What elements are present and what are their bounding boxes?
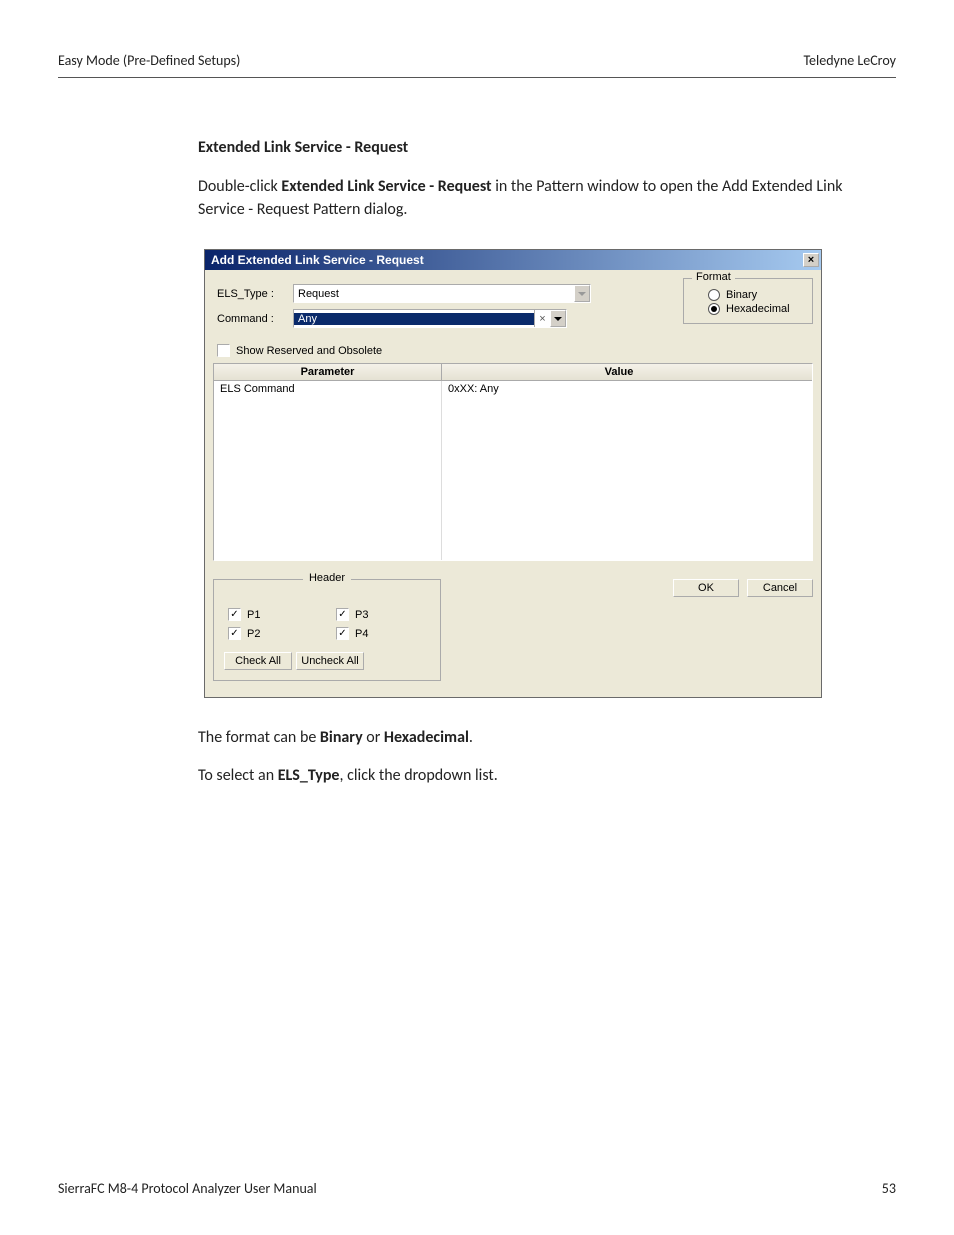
clear-icon[interactable]: ×: [534, 310, 550, 327]
parameter-table: Parameter Value ELS Command 0xXX: Any: [213, 363, 813, 561]
ok-button[interactable]: OK: [673, 579, 739, 597]
format-binary-radio[interactable]: Binary: [698, 289, 802, 301]
port-p3-checkbox[interactable]: P3: [336, 608, 426, 621]
format-hex-radio[interactable]: Hexadecimal: [698, 303, 802, 315]
table-row-value[interactable]: 0xXX: Any: [442, 381, 812, 560]
show-reserved-checkbox[interactable]: Show Reserved and Obsolete: [217, 344, 813, 357]
footer-left: SierraFC M8-4 Protocol Analyzer User Man…: [58, 1180, 317, 1197]
header-right: Teledyne LeCroy: [803, 52, 896, 69]
add-els-request-dialog: Add Extended Link Service - Request × EL…: [204, 249, 822, 698]
format-groupbox: Format Binary Hexadecimal: [683, 278, 813, 324]
header-legend: Header: [303, 572, 351, 584]
section-title: Extended Link Service - Request: [198, 138, 856, 157]
value-column-header[interactable]: Value: [442, 364, 796, 380]
elstype-note-paragraph: To select an ELS_Type, click the dropdow…: [198, 764, 856, 787]
port-p2-checkbox[interactable]: P2: [228, 627, 318, 640]
port-p1-checkbox[interactable]: P1: [228, 608, 318, 621]
dialog-titlebar: Add Extended Link Service - Request ×: [205, 250, 821, 270]
intro-paragraph: Double-click Extended Link Service - Req…: [198, 175, 856, 221]
table-corner: [796, 364, 812, 380]
header-groupbox: Header P1 P3 P2 P4 Check All Uncheck All: [213, 579, 441, 681]
dropdown-button-icon[interactable]: [550, 310, 566, 327]
command-dropdown[interactable]: Any ×: [293, 309, 567, 328]
format-legend: Format: [692, 271, 735, 283]
els-type-label: ELS_Type :: [213, 288, 293, 300]
footer-page-number: 53: [882, 1180, 896, 1197]
page-header: Easy Mode (Pre-Defined Setups) Teledyne …: [58, 52, 896, 78]
format-note-paragraph: The format can be Binary or Hexadecimal.: [198, 726, 856, 749]
parameter-column-header[interactable]: Parameter: [214, 364, 442, 380]
command-label: Command :: [213, 313, 293, 325]
check-all-button[interactable]: Check All: [224, 652, 292, 670]
dropdown-button-icon[interactable]: [574, 285, 590, 302]
header-left: Easy Mode (Pre-Defined Setups): [58, 52, 240, 69]
dialog-title-text: Add Extended Link Service - Request: [211, 253, 424, 267]
page-footer: SierraFC M8-4 Protocol Analyzer User Man…: [58, 1180, 896, 1197]
els-type-dropdown[interactable]: Request: [293, 284, 591, 303]
table-row-parameter[interactable]: ELS Command: [214, 381, 442, 560]
uncheck-all-button[interactable]: Uncheck All: [296, 652, 364, 670]
cancel-button[interactable]: Cancel: [747, 579, 813, 597]
dialog-close-button[interactable]: ×: [803, 253, 819, 267]
port-p4-checkbox[interactable]: P4: [336, 627, 426, 640]
